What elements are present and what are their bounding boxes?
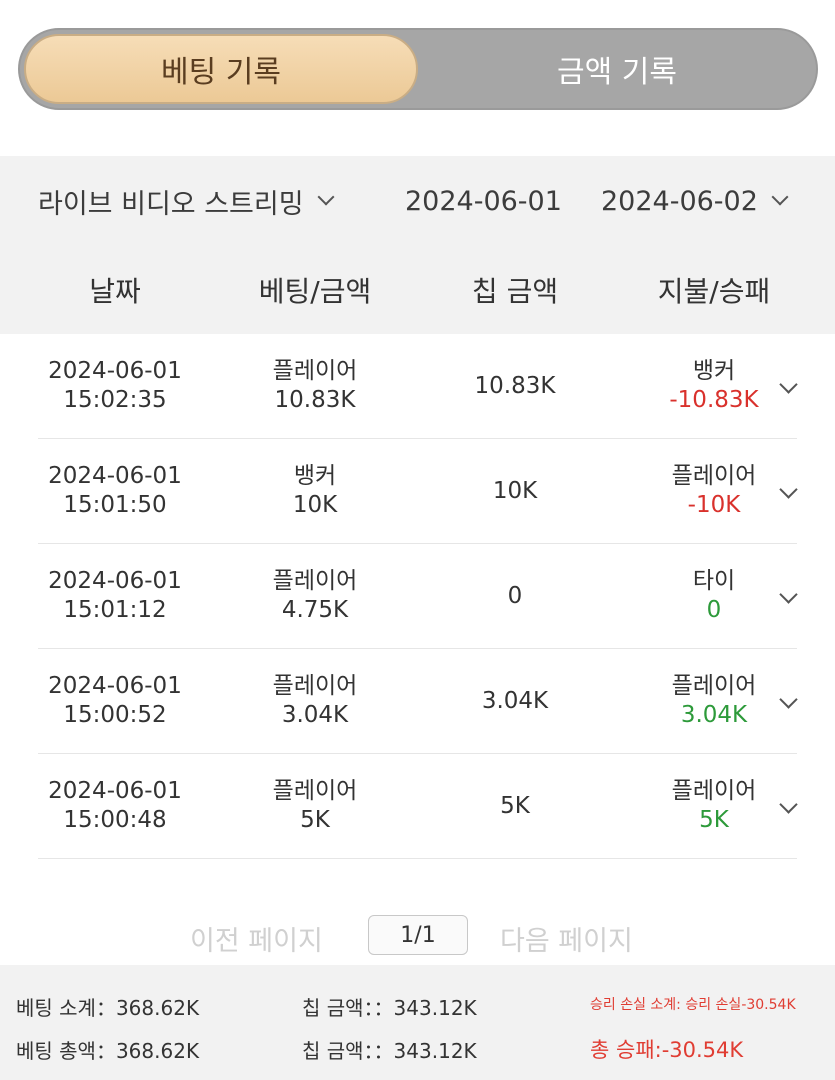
row-date: 2024-06-01 [48, 673, 182, 699]
column-header-date: 날짜 [89, 275, 141, 308]
row-bet-on: 플레이어 [272, 673, 358, 699]
row-date: 2024-06-01 [48, 902, 182, 905]
row-chip-amount: 0 [507, 582, 523, 609]
table-row[interactable]: 2024-06-01 15:02:35 플레이어 10.83K 10.83K 뱅… [0, 334, 835, 439]
table-row[interactable]: 2024-06-01 15:01:12 플레이어 4.75K 0 타이 0 [0, 544, 835, 649]
row-bet: 플레이어 5K [215, 754, 415, 858]
page-indicator[interactable]: 1/1 [368, 915, 468, 955]
row-bet: 플레이어 4.75K [215, 544, 415, 648]
prev-page-button[interactable]: 이전 페이지 [190, 919, 323, 958]
start-date-picker[interactable]: 2024-06-01 [405, 178, 562, 224]
column-header-chip-amount: 칩 금액 [471, 275, 559, 308]
end-date-picker[interactable]: 2024-06-02 [601, 178, 789, 224]
game-type-dropdown[interactable]: 라이브 비디오 스트리밍 [38, 178, 335, 224]
row-chip-amount: 10.83K [474, 372, 556, 399]
table-row[interactable]: 2024-06-01 15:01:50 뱅커 10K 10K 플레이어 -10K [0, 439, 835, 544]
chevron-down-icon [317, 188, 335, 206]
row-win-loss: -10.83K [669, 387, 759, 413]
row-win-loss: 0 [706, 597, 722, 623]
chip-total: 칩 금액：：343.12K [302, 1039, 477, 1063]
row-date: 2024-06-01 [48, 568, 182, 594]
row-time: 15:01:50 [63, 492, 167, 518]
pagination: 이전 페이지 1/1 다음 페이지 [0, 905, 835, 965]
row-bet-amount: 3.04K [281, 702, 349, 728]
row-bet-on: 뱅커 [293, 463, 337, 489]
row-bet-on: 플레이어 [272, 778, 358, 804]
row-bet: 플레이어 10.83K [215, 334, 415, 438]
row-bet-amount: 4.75K [281, 597, 349, 623]
chip-subtotal: 칩 금액：：343.12K [302, 996, 477, 1020]
row-win-loss: 3.04K [680, 702, 748, 728]
row-datetime: 2024-06-01 15:00:52 [25, 649, 205, 753]
row-result: 플레이어 [671, 778, 757, 804]
row-time: 15:01:12 [63, 597, 167, 623]
row-win-loss: 5K [699, 807, 729, 833]
table-row[interactable]: 2024-06-01 15:00:48 플레이어 5K 5K 플레이어 5K [0, 754, 835, 859]
row-bet: 플레이어 3.04K [215, 649, 415, 753]
row-bet-on: 뱅커 [294, 902, 336, 905]
end-date-label: 2024-06-02 [601, 185, 758, 217]
row-result: 플레이어 [671, 463, 757, 489]
row-time: 15:00:48 [63, 807, 167, 833]
row-bet-amount: 5K [300, 807, 330, 833]
row-datetime: 2024-06-01 15:01:50 [25, 439, 205, 543]
summary-panel: 베팅 소계：368.62K 칩 금액：：343.12K 승리 손실 소계: 승리… [0, 965, 835, 1080]
record-tabs: 베팅 기록 금액 기록 [18, 28, 818, 110]
column-header-bet-amount: 베팅/금액 [258, 275, 372, 308]
bet-subtotal: 베팅 소계：368.62K [16, 996, 200, 1020]
row-date: 2024-06-01 [48, 358, 182, 384]
row-bet: 뱅커 10K [215, 439, 415, 543]
row-result: 뱅커 [693, 902, 735, 905]
row-datetime: 2024-06-01 15:00:48 [25, 754, 205, 858]
column-header-payout-result: 지불/승패 [657, 275, 771, 308]
row-bet-amount: 10.83K [274, 387, 356, 413]
start-date-label: 2024-06-01 [405, 185, 562, 217]
table-row[interactable]: 2024-06-01 뱅커 뱅커 [0, 859, 835, 905]
row-result: 플레이어 [671, 673, 757, 699]
row-win-loss: -10K [687, 492, 741, 518]
row-payout: 뱅커 [614, 864, 814, 905]
table-row[interactable]: 2024-06-01 15:00:52 플레이어 3.04K 3.04K 플레이… [0, 649, 835, 754]
row-time: 15:02:35 [63, 387, 167, 413]
game-type-label: 라이브 비디오 스트리밍 [38, 188, 304, 220]
row-chip-amount: 3.04K [481, 687, 549, 714]
row-bet-amount: 10K [292, 492, 338, 518]
tab-amount-history[interactable]: 금액 기록 [420, 34, 814, 104]
tab-betting-history[interactable]: 베팅 기록 [24, 34, 418, 104]
row-time: 15:00:52 [63, 702, 167, 728]
winloss-total: 총 승패:-30.54K [590, 1038, 744, 1062]
bet-history-list[interactable]: 2024-06-01 15:02:35 플레이어 10.83K 10.83K 뱅… [0, 334, 835, 904]
row-chip-amount: 10K [492, 477, 538, 504]
row-date: 2024-06-01 [48, 778, 182, 804]
row-date: 2024-06-01 [48, 463, 182, 489]
next-page-button[interactable]: 다음 페이지 [500, 919, 633, 958]
winloss-subtotal: 승리 손실 소계: 승리 손실-30.54K [590, 997, 796, 1013]
row-chip-amount: 5K [500, 792, 530, 819]
row-result: 타이 [692, 568, 736, 594]
row-datetime: 2024-06-01 [25, 864, 205, 905]
row-datetime: 2024-06-01 15:01:12 [25, 544, 205, 648]
row-bet-on: 플레이어 [272, 568, 358, 594]
chevron-down-icon [771, 188, 789, 206]
row-bet-on: 플레이어 [272, 358, 358, 384]
row-bet: 뱅커 [215, 864, 415, 905]
row-result: 뱅커 [692, 358, 736, 384]
bet-total: 베팅 총액：368.62K [16, 1039, 200, 1063]
row-datetime: 2024-06-01 15:02:35 [25, 334, 205, 438]
